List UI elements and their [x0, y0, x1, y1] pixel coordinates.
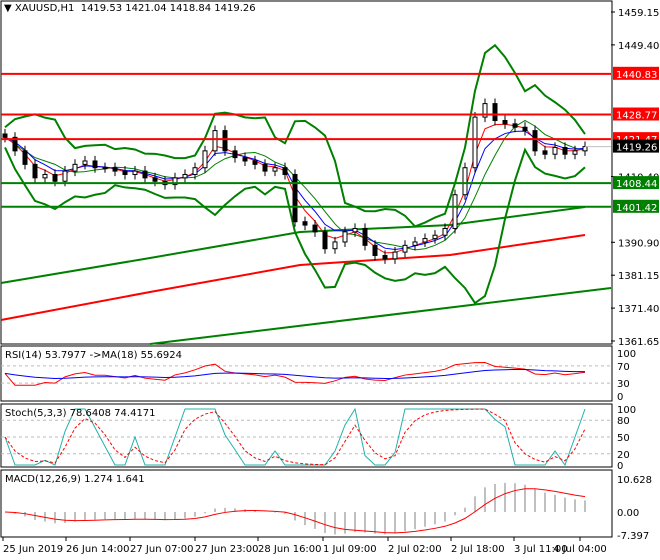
candle-body: [222, 130, 228, 152]
candle-body: [322, 231, 328, 250]
macd-tick-label: 10.628: [617, 475, 652, 486]
candle-body: [282, 167, 288, 175]
price-tick-label: 1371.40: [618, 304, 659, 315]
stoch-tick-label: 50: [617, 433, 630, 444]
time-label: 25 Jun 2019: [3, 544, 63, 555]
stoch-label: Stoch(5,3,3) 78.6408 74.4171: [5, 408, 156, 419]
candle-body: [402, 244, 408, 253]
candle-body: [412, 241, 418, 246]
candle-body: [142, 170, 148, 179]
candle-body: [562, 146, 568, 155]
panel-border: [0, 0, 613, 345]
candle-body: [372, 244, 378, 256]
candle-body: [62, 170, 68, 182]
time-label: 27 Jun 07:00: [130, 544, 194, 555]
candle-body: [432, 234, 438, 240]
candle-body: [272, 167, 278, 172]
current-price-label: 1419.26: [616, 143, 657, 154]
price-tick-label: 1459.15: [618, 8, 659, 19]
trading-chart-window[interactable]: 1459.151449.401410.401390.901381.151371.…: [0, 0, 660, 560]
candle-body: [112, 167, 118, 172]
candle-body: [32, 163, 38, 179]
candle-body: [102, 167, 108, 170]
candle-body: [502, 119, 508, 125]
rsi-tick-label: 30: [617, 379, 630, 390]
candle-body: [22, 150, 28, 165]
candle-body: [82, 160, 88, 165]
stoch-tick-label: 100: [617, 405, 636, 416]
candle-body: [182, 173, 188, 179]
macd-tick-label: -7.397: [617, 531, 649, 542]
time-label: 2 Jul 18:00: [451, 544, 505, 555]
dropdown-triangle-icon[interactable]: ▼: [4, 3, 12, 14]
level-label: 1408.44: [616, 179, 657, 190]
candle-body: [532, 130, 538, 152]
ohlc-values: 1419.53 1421.04 1418.84 1419.26: [80, 3, 256, 14]
candle-body: [362, 227, 368, 246]
ma-100-line: [0, 234, 586, 321]
candle-body: [212, 130, 218, 152]
time-label: 26 Jun 14:00: [66, 544, 130, 555]
candle-body: [232, 150, 238, 159]
time-label: 2 Jul 02:00: [388, 544, 442, 555]
candle-body: [382, 254, 388, 260]
candle-body: [522, 126, 528, 132]
stoch-tick-label: 0: [617, 461, 623, 472]
candle-body: [492, 103, 498, 121]
time-label: 4 Jul 04:00: [553, 544, 607, 555]
time-label: 1 Jul 09:00: [323, 544, 377, 555]
candle-body: [552, 146, 558, 155]
level-label: 1440.83: [616, 70, 657, 81]
candle-body: [42, 173, 48, 179]
rsi-tick-label: 100: [617, 349, 636, 360]
candle-body: [462, 167, 468, 196]
candle-body: [252, 160, 258, 165]
candle-body: [152, 177, 158, 182]
trend-line: [149, 287, 612, 345]
macd-signal-line: [4, 488, 586, 534]
stoch-tick-label: 80: [617, 416, 630, 427]
stoch-tick-label: 20: [617, 450, 630, 461]
candle-body: [332, 241, 338, 250]
candle-body: [122, 170, 128, 175]
candle-body: [512, 123, 518, 128]
candle-body: [132, 170, 138, 175]
candle-body: [202, 150, 208, 169]
price-tick-label: 1449.40: [618, 41, 659, 52]
rsi-tick-label: 70: [617, 362, 630, 373]
price-tick-label: 1390.90: [618, 238, 659, 249]
candle-body: [422, 238, 428, 243]
rsi-tick-label: 0: [617, 392, 623, 403]
candle-body: [472, 116, 478, 169]
rsi-label: RSI(14) 53.7977 ->MA(18) 55.6924: [5, 350, 182, 361]
candle-body: [92, 160, 98, 169]
candle-body: [52, 173, 58, 182]
candle-body: [452, 194, 458, 229]
candle-body: [302, 221, 308, 226]
candle-body: [72, 163, 78, 172]
candle-body: [352, 227, 358, 233]
candle-body: [292, 173, 298, 223]
candle-body: [442, 227, 448, 236]
time-label: 27 Jun 23:00: [195, 544, 259, 555]
level-label: 1401.42: [616, 203, 657, 214]
candle-body: [542, 150, 548, 155]
candle-body: [572, 150, 578, 155]
candle-body: [392, 251, 398, 260]
macd-label: MACD(12,26,9) 1.274 1.641: [5, 474, 145, 485]
chart-title: ▼ XAUUSD,H1 1419.53 1421.04 1418.84 1419…: [4, 3, 256, 14]
symbol-label: XAUUSD,H1: [14, 3, 75, 14]
candle-body: [342, 231, 348, 243]
candle-body: [262, 163, 268, 172]
candle-body: [192, 167, 198, 175]
candle-body: [312, 224, 318, 233]
candle-body: [2, 133, 8, 138]
time-label: 28 Jun 16:00: [258, 544, 322, 555]
price-tick-label: 1361.65: [618, 337, 659, 348]
level-label: 1428.77: [616, 111, 657, 122]
candle-body: [582, 146, 588, 152]
price-tick-label: 1381.15: [618, 271, 659, 282]
candle-body: [242, 157, 248, 162]
macd-tick-label: 0.00: [617, 508, 639, 519]
